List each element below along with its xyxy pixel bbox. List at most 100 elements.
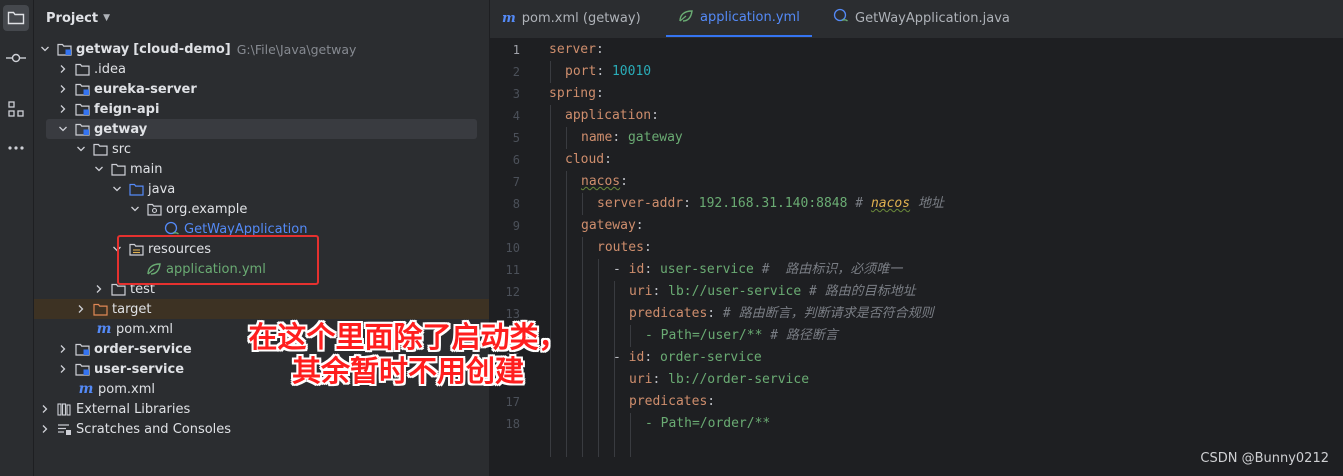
chevron-down-icon[interactable] [56,122,70,136]
folder-icon [110,161,126,177]
tree-item-label: resources [148,241,212,257]
tree-item-label: order-service [94,341,192,357]
module-folder-icon [74,81,90,97]
source-folder-icon [128,181,144,197]
code-line-11: - id: user-service # 路由标识，必须唯一 [613,262,903,277]
tree-item-eureka-server[interactable]: eureka-server [34,79,489,99]
excluded-folder-icon [92,301,108,317]
chevron-down-icon[interactable] [110,242,124,256]
tree-item-label: getway [94,121,148,137]
chevron-right-icon[interactable] [56,342,70,356]
project-view-selector[interactable]: Project ▼ [46,9,110,27]
code-line-12: uri: lb://user-service # 路由的目标地址 [629,284,916,299]
spring-config-icon [678,8,694,28]
tab-pom-xml[interactable]: m pom.xml (getway) [490,0,653,36]
code-line-9: gateway: [581,218,644,233]
line-number: 10 [505,241,520,255]
tab-application-yml[interactable]: application.yml [666,0,812,37]
module-folder-icon [56,41,72,57]
activity-bar [0,0,34,476]
tree-item-getway-module[interactable]: getway [34,119,489,139]
tab-label: GetWayApplication.java [855,10,1010,26]
maven-icon: m [502,10,516,26]
tree-item-label: target [112,301,152,317]
code-line-6: cloud: [565,152,612,167]
editor-tab-bar: m pom.xml (getway) application.yml GetWa… [490,0,1343,39]
tree-item-src[interactable]: src [34,139,489,159]
tree-item-org-example[interactable]: org.example [34,199,489,219]
tree-item-label: External Libraries [76,401,191,417]
tab-getway-application[interactable]: GetWayApplication.java [821,0,1022,36]
line-number: 1 [512,43,520,57]
chevron-down-icon[interactable] [92,162,106,176]
maven-icon: m [78,381,94,397]
chevron-right-icon[interactable] [56,102,70,116]
tree-item-getway-root[interactable]: getway [cloud-demo] G:\File\Java\getway [34,39,489,59]
tree-item-scratches[interactable]: Scratches and Consoles [34,419,489,439]
code-editor[interactable]: server: port: 10010 spring: application:… [549,39,1343,476]
chevron-right-icon[interactable] [74,302,88,316]
package-icon [146,201,162,217]
code-line-13: predicates: # 路由断言，判断请求是否符合规则 [629,306,934,321]
chevron-right-icon[interactable] [38,422,52,436]
tree-item-application-yml[interactable]: application.yml [34,259,489,279]
tree-item-label: eureka-server [94,81,197,97]
spring-class-icon [164,221,180,237]
module-folder-icon [74,361,90,377]
code-line-18: - Path=/order/** [645,416,771,431]
tree-item-label: org.example [166,201,248,217]
tree-item-label: test [130,281,155,297]
maven-icon: m [96,321,112,337]
chevron-down-icon[interactable] [74,142,88,156]
tree-item-feign-api[interactable]: feign-api [34,99,489,119]
line-number: 6 [512,153,520,167]
line-number: 7 [512,175,520,189]
line-number: 4 [512,109,520,123]
more-icon[interactable] [3,135,29,161]
chevron-right-icon[interactable] [38,402,52,416]
structure-icon[interactable] [3,96,29,122]
tree-item-target[interactable]: target [34,299,489,319]
tree-item-label: user-service [94,361,185,377]
project-title: Project [46,10,99,26]
code-line-15: - id: order-service [613,350,762,365]
chevron-down-icon[interactable] [128,202,142,216]
tab-label: pom.xml (getway) [521,10,641,26]
tree-item-label: .idea [94,61,126,77]
chevron-down-icon: ▼ [103,13,110,23]
tree-item-label: application.yml [166,261,266,277]
tree-item-main[interactable]: main [34,159,489,179]
annotation-line-2: 其余暂时不用创建 [291,354,524,388]
module-folder-icon [74,121,90,137]
tree-item-idea[interactable]: .idea [34,59,489,79]
commit-icon[interactable] [3,45,29,71]
line-number: 2 [512,65,520,79]
tree-item-label: getway [76,41,130,57]
tree-item-label: pom.xml [98,381,155,397]
chevron-down-icon[interactable] [110,182,124,196]
tab-label: application.yml [700,10,800,25]
chevron-right-icon[interactable] [56,82,70,96]
tree-item-label: pom.xml [116,321,173,337]
tree-item-java[interactable]: java [34,179,489,199]
tree-item-resources[interactable]: resources [34,239,489,259]
module-path: G:\File\Java\getway [236,41,357,57]
folder-icon[interactable] [3,5,29,31]
folder-icon [110,281,126,297]
spring-config-icon [146,261,162,277]
code-line-16: uri: lb://order-service [629,372,810,387]
code-line-2: port: 10010 [565,64,652,79]
chevron-right-icon[interactable] [56,62,70,76]
tree-item-getway-application[interactable]: GetWayApplication [34,219,489,239]
line-number: 5 [512,131,520,145]
code-line-10: routes: [597,240,652,255]
chevron-right-icon[interactable] [56,362,70,376]
chevron-down-icon[interactable] [38,42,52,56]
chevron-right-icon[interactable] [92,282,106,296]
line-number: 11 [505,263,520,277]
tree-item-label: java [148,181,176,197]
tree-item-test[interactable]: test [34,279,489,299]
line-number-gutter: 1 2 3 4 5 6 7 8 9 10 11 12 13 14 15 16 1… [490,39,542,476]
code-line-5: name: gateway [581,130,683,145]
tree-item-external-libraries[interactable]: External Libraries [34,399,489,419]
